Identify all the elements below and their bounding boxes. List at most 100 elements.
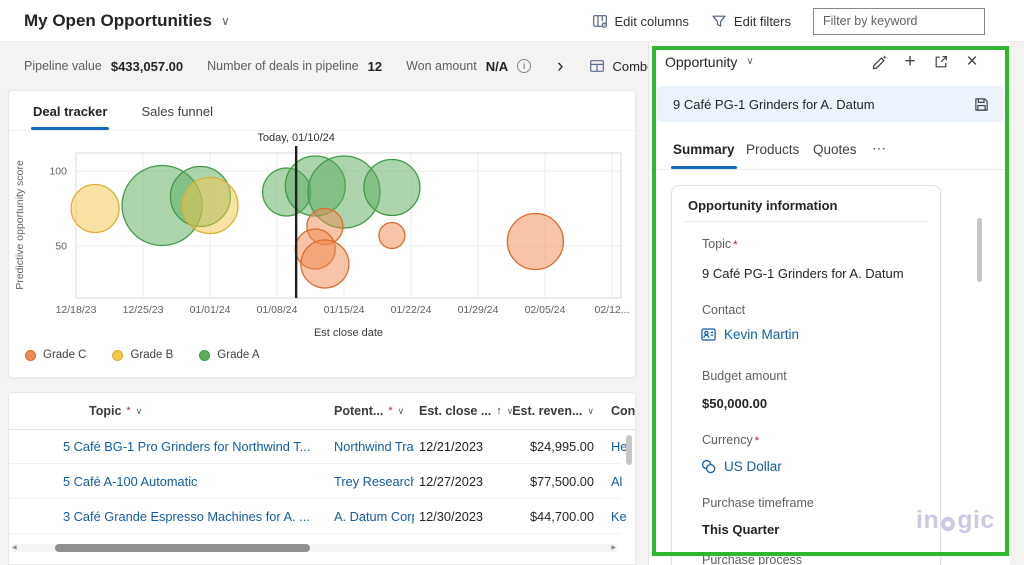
legend-dot-icon: [199, 349, 211, 361]
dynamics-crm-window: My Open Opportunities ∨ Edit columns Edi…: [0, 0, 1024, 565]
table-horizontal-scrollbar[interactable]: ◀ ▶: [11, 544, 617, 552]
chevron-down-icon: ∨: [135, 405, 143, 416]
field-label-purchase-timeframe: Purchase timeframe: [702, 496, 814, 510]
legend-dot-icon: [25, 349, 36, 361]
opportunity-link[interactable]: 5 Café A-100 Automatic: [63, 474, 197, 489]
column-header-contact[interactable]: Cont: [611, 393, 635, 429]
table-vertical-scrollbar[interactable]: [625, 431, 633, 540]
entity-selector[interactable]: Opportunity ∨: [665, 54, 754, 70]
info-icon[interactable]: i: [517, 59, 532, 73]
stat-label: Pipeline value: [24, 59, 102, 73]
opportunity-link[interactable]: 3 Café Grande Espresso Machines for A. .…: [63, 509, 310, 524]
entity-label: Opportunity: [665, 54, 738, 70]
x-tick-label: 01/29/24: [458, 304, 499, 316]
customer-link[interactable]: Northwind Tra: [334, 439, 414, 454]
tab-summary[interactable]: Summary: [671, 142, 737, 169]
command-bar-actions: Edit columns Edit filters: [592, 0, 985, 42]
scroll-right-icon[interactable]: ▶: [611, 544, 616, 552]
watermark-ring-icon: [941, 516, 956, 531]
record-title: 9 Café PG-1 Grinders for A. Datum: [673, 96, 875, 112]
edit-filters-button[interactable]: Edit filters: [711, 13, 791, 29]
contact-lookup[interactable]: Kevin Martin: [700, 326, 799, 343]
scroll-left-icon[interactable]: ◀: [12, 544, 17, 552]
bubble-grade-a[interactable]: [363, 158, 421, 217]
side-panel-actions: + ×: [869, 42, 982, 82]
legend-item: Grade B: [112, 349, 173, 361]
deal-tracker-bubble-chart: 12/18/23 12/25/23 01/01/24 01/08/24 01/15/24…: [14, 132, 630, 339]
currency-link-label: US Dollar: [724, 459, 782, 474]
chevron-down-icon: ∨: [746, 56, 754, 67]
legend-item: Grade C: [25, 349, 86, 361]
opportunity-side-panel: Opportunity ∨ + × 9 Café PG-1 Grinders f…: [648, 42, 1010, 565]
chart-legend: Grade C Grade B Grade A: [25, 349, 260, 361]
field-value-budget[interactable]: $50,000.00: [702, 396, 767, 411]
edit-columns-button[interactable]: Edit columns: [592, 13, 689, 29]
bubble-grade-c[interactable]: [378, 221, 406, 250]
chevron-down-icon: ∨: [397, 405, 405, 416]
selected-record-bar[interactable]: 9 Café PG-1 Grinders for A. Datum: [657, 86, 1003, 122]
stat-deal-count: Number of deals in pipeline 12: [207, 59, 382, 74]
legend-dot-icon: [112, 349, 124, 361]
column-header-topic[interactable]: Topic * ∨: [89, 393, 142, 429]
opportunity-link[interactable]: 5 Café BG-1 Pro Grinders for Northwind T…: [63, 439, 310, 454]
table-row[interactable]: 5 Café A-100 Automatic Trey Research 12/…: [9, 464, 622, 499]
record-tabs: Summary Products Quotes ⋯: [649, 130, 1010, 170]
x-tick-label: 01/01/24: [190, 304, 231, 316]
close-panel-button[interactable]: ×: [962, 51, 982, 72]
new-record-button[interactable]: +: [900, 51, 920, 72]
field-label-topic: Topic *: [702, 237, 738, 251]
combo-chart-icon: [590, 60, 605, 72]
required-icon: *: [733, 239, 738, 251]
chevron-down-icon: ∨: [220, 13, 230, 28]
tab-products[interactable]: Products: [746, 142, 799, 169]
field-label-purchase-process: Purchase process: [702, 553, 803, 565]
deal-tracker-card: Deal tracker Sales funnel 12/18/23 12/25/…: [8, 90, 636, 378]
tab-deal-tracker[interactable]: Deal tracker: [30, 104, 110, 130]
stat-value: $433,057.00: [110, 58, 184, 74]
opportunities-grid: Topic * ∨ Potent... * ∨ Est. close ... ↑…: [8, 392, 636, 565]
bubble-grade-b[interactable]: [70, 183, 120, 234]
save-button[interactable]: [971, 94, 991, 114]
y-tick-label: 100: [49, 166, 67, 178]
table-row[interactable]: 5 Café BG-1 Pro Grinders for Northwind T…: [9, 429, 627, 464]
panel-scrollbar-thumb[interactable]: [977, 218, 982, 282]
field-value-topic[interactable]: 9 Café PG-1 Grinders for A. Datum: [702, 266, 904, 281]
customer-link[interactable]: A. Datum Corp: [334, 509, 414, 524]
edit-columns-label: Edit columns: [614, 13, 689, 29]
chart-tabs: Deal tracker Sales funnel: [9, 91, 635, 131]
legend-label: Grade B: [130, 349, 174, 361]
open-record-button[interactable]: [931, 52, 951, 72]
stat-value: 12: [367, 58, 383, 74]
x-axis-title: Est close date: [314, 327, 383, 339]
section-title: Opportunity information: [688, 198, 838, 213]
field-label-contact: Contact: [702, 303, 746, 317]
stat-value: N/A: [485, 58, 509, 74]
side-panel-header: Opportunity ∨ + ×: [649, 42, 1010, 82]
view-selector[interactable]: My Open Opportunities ∨: [24, 11, 230, 31]
customer-link[interactable]: Trey Research: [334, 474, 414, 489]
tab-sales-funnel[interactable]: Sales funnel: [141, 104, 213, 130]
currency-lookup[interactable]: US Dollar: [700, 458, 782, 475]
field-value-purchase-timeframe[interactable]: This Quarter: [702, 522, 779, 537]
stats-next-chevron-icon[interactable]: ›: [555, 57, 565, 76]
column-header-potential-customer[interactable]: Potent... * ∨: [334, 393, 404, 429]
required-icon: *: [754, 435, 759, 447]
est-revenue-cell: $77,500.00: [529, 474, 594, 489]
more-tabs-icon[interactable]: ⋯: [872, 140, 888, 169]
tab-quotes[interactable]: Quotes: [813, 142, 857, 169]
table-row[interactable]: 3 Café Grande Espresso Machines for A. .…: [9, 499, 627, 534]
bubble-grade-b[interactable]: [181, 176, 239, 235]
contact-link[interactable]: Al: [611, 474, 622, 489]
x-tick-label: 01/15/24: [324, 304, 365, 316]
bubble-grade-c[interactable]: [506, 212, 565, 271]
suggest-button[interactable]: [869, 52, 889, 72]
keyword-filter-input[interactable]: [813, 7, 985, 35]
field-label-budget: Budget amount: [702, 369, 787, 383]
scrollbar-thumb[interactable]: [55, 544, 310, 552]
scrollbar-thumb[interactable]: [626, 435, 632, 465]
column-header-est-revenue[interactable]: Est. reven... ∨: [489, 393, 594, 429]
legend-label: Grade A: [217, 349, 260, 361]
bubble-grade-c[interactable]: [300, 239, 350, 289]
x-tick-label: 02/12...: [594, 304, 629, 316]
inogic-watermark: in gic: [916, 506, 995, 534]
